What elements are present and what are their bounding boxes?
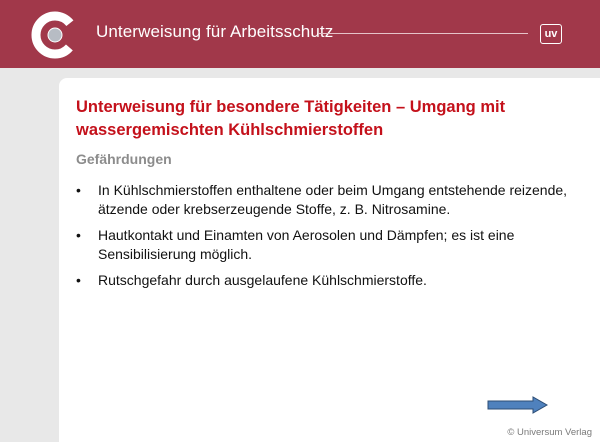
bullet-text: Rutschgefahr durch ausgelaufene Kühlschm… <box>98 272 427 288</box>
bullet-icon: • <box>76 182 81 198</box>
arrow-right-icon[interactable] <box>487 396 549 414</box>
slide-title: Unterweisung für besondere Tätigkeiten –… <box>76 98 506 139</box>
logo-icon <box>31 11 79 59</box>
slide-subtitle: Gefährdungen <box>76 151 172 167</box>
uv-badge: uv <box>540 24 562 44</box>
bullet-icon: • <box>76 227 81 243</box>
copyright-text: © Universum Verlag <box>507 427 592 438</box>
bullet-icon: • <box>76 272 81 288</box>
list-item: • Hautkontakt und Einamten von Aerosolen… <box>76 226 576 264</box>
header-bar: Unterweisung für Arbeitsschutz uv <box>0 0 600 68</box>
bullet-text: Hautkontakt und Einamten von Aerosolen u… <box>98 227 515 262</box>
bullet-list: • In Kühlschmierstoffen enthaltene oder … <box>76 181 576 297</box>
bullet-text: In Kühlschmierstoffen enthaltene oder be… <box>98 182 568 217</box>
header-divider <box>318 33 528 34</box>
header-title: Unterweisung für Arbeitsschutz <box>96 22 334 41</box>
list-item: • In Kühlschmierstoffen enthaltene oder … <box>76 181 576 219</box>
slide-content: Unterweisung für besondere Tätigkeiten –… <box>59 78 600 442</box>
list-item: • Rutschgefahr durch ausgelaufene Kühlsc… <box>76 271 576 290</box>
